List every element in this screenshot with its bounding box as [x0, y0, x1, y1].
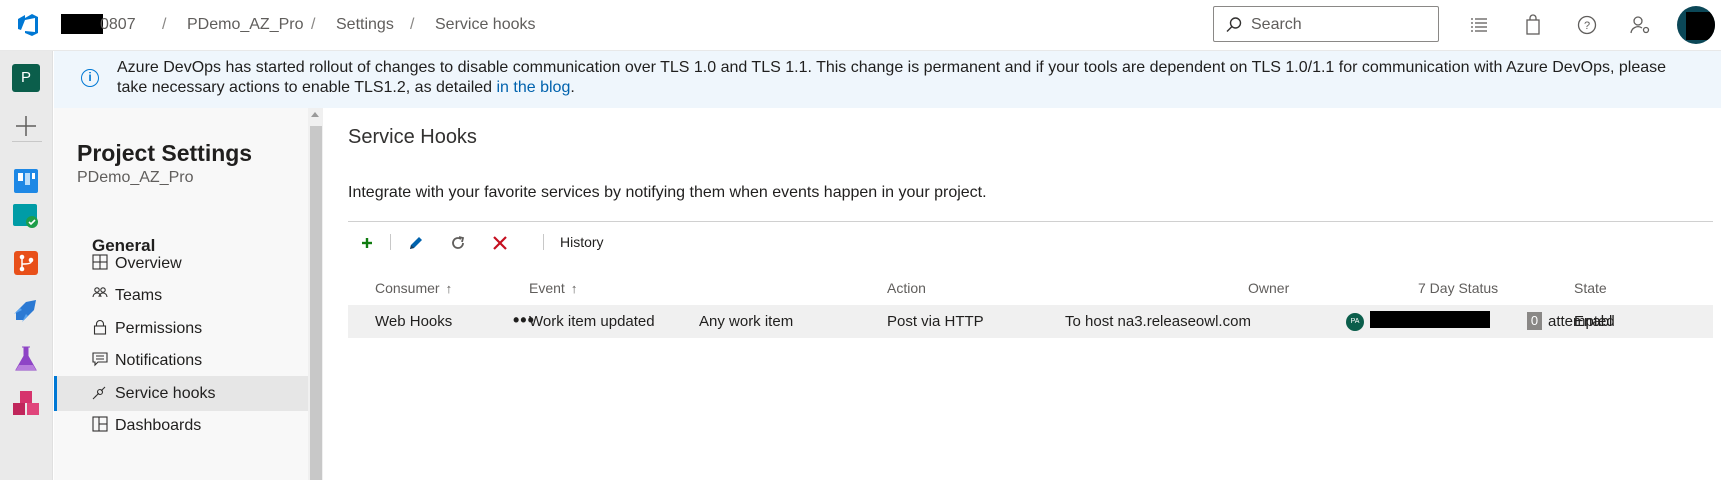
sidebar-subtitle: PDemo_AZ_Pro [77, 169, 194, 186]
sort-ascending-icon: ↑ [445, 281, 453, 296]
org-name-redacted [61, 14, 103, 34]
sidebar-item-dashboards[interactable]: Dashboards [54, 408, 308, 443]
add-icon[interactable] [357, 233, 377, 253]
breadcrumb-separator: / [311, 16, 316, 33]
sidebar-item-permissions[interactable]: Permissions [54, 311, 308, 346]
owner-name-redacted [1370, 311, 1490, 328]
list-icon[interactable] [1467, 13, 1491, 37]
page-title: Service Hooks [348, 126, 477, 148]
avatar-redacted [1686, 12, 1715, 40]
edit-icon[interactable] [406, 233, 426, 253]
nav-divider [12, 141, 42, 142]
column-header-status[interactable]: 7 Day Status [1418, 280, 1498, 296]
delete-icon[interactable] [490, 233, 510, 253]
left-nav: P [0, 51, 53, 480]
owner-avatar: PA [1346, 313, 1364, 331]
banner-text: Azure DevOps has started rollout of chan… [117, 59, 1667, 96]
scroll-up-arrow-icon[interactable] [311, 112, 319, 117]
project-settings-sidebar: Project Settings PDemo_AZ_Pro General Ov… [54, 108, 308, 480]
avatar[interactable] [1677, 6, 1715, 44]
banner-trailing: . [570, 79, 575, 96]
notifications-icon [92, 352, 108, 367]
column-header-consumer[interactable]: Consumer ↑ [375, 280, 452, 296]
toolbar-divider [390, 234, 391, 250]
cell-event: Work item updated [529, 313, 655, 330]
column-header-action[interactable]: Action [887, 280, 926, 296]
breadcrumb-project[interactable]: PDemo_AZ_Pro [187, 16, 304, 34]
sidebar-item-overview[interactable]: Overview [54, 246, 308, 281]
sidebar-item-label: Dashboards [115, 417, 202, 434]
toolbar-divider [543, 234, 544, 250]
repos-icon[interactable] [10, 247, 42, 279]
breadcrumb-separator: / [162, 16, 167, 33]
add-icon[interactable] [10, 110, 42, 142]
sidebar-scrollbar-thumb[interactable] [310, 126, 322, 480]
sidebar-item-teams[interactable]: Teams [54, 278, 308, 313]
column-header-owner[interactable]: Owner [1248, 280, 1289, 296]
table-row[interactable]: Web Hooks ••• Work item updated Any work… [348, 305, 1713, 338]
main-content: Service Hooks Integrate with your favori… [323, 108, 1721, 480]
boards-icon[interactable] [10, 165, 42, 197]
info-icon: i [81, 69, 99, 87]
sort-ascending-icon: ↑ [570, 281, 578, 296]
sidebar-item-label: Teams [115, 287, 163, 304]
breadcrumb-org[interactable]: 0807 [100, 16, 136, 34]
search-placeholder: Search [1251, 16, 1302, 33]
column-header-state[interactable]: State [1574, 280, 1607, 296]
pipelines-icon[interactable] [10, 294, 42, 326]
column-header-event[interactable]: Event ↑ [529, 280, 577, 296]
search-input[interactable]: Search [1213, 6, 1439, 42]
sidebar-item-notifications[interactable]: Notifications [54, 343, 308, 378]
azure-devops-logo-icon[interactable] [16, 12, 42, 38]
toolbar: History [348, 221, 1713, 263]
blog-link[interactable]: in the blog [497, 79, 571, 96]
banner-message: Azure DevOps has started rollout of chan… [117, 58, 1687, 98]
breadcrumb-separator: / [410, 16, 415, 33]
teams-icon [92, 287, 108, 298]
cell-event-filter: Any work item [699, 313, 794, 330]
cell-action: Post via HTTP [887, 313, 984, 330]
top-bar: 0807 / PDemo_AZ_Pro / Settings / Service… [0, 0, 1721, 51]
service-hooks-icon [92, 386, 106, 400]
shopping-bag-icon[interactable] [1521, 13, 1545, 37]
lock-icon [93, 319, 107, 335]
sidebar-item-label: Notifications [115, 352, 203, 369]
search-icon [1226, 17, 1242, 32]
breadcrumb-service-hooks[interactable]: Service hooks [435, 16, 536, 34]
sidebar-item-label: Permissions [115, 320, 203, 337]
breadcrumb-settings[interactable]: Settings [336, 16, 394, 34]
project-badge[interactable]: P [12, 64, 40, 92]
sidebar-title: Project Settings [77, 140, 253, 166]
sidebar-item-label: Service hooks [115, 385, 216, 402]
header-label: Event [529, 280, 565, 296]
help-icon[interactable]: ? [1575, 13, 1599, 37]
header-label: Consumer [375, 280, 440, 296]
artifacts-icon[interactable] [10, 389, 42, 421]
page-description: Integrate with your favorite services by… [348, 184, 987, 201]
cell-state: Enabl [1574, 313, 1613, 330]
table-header: Consumer ↑ Event ↑ Action Owner 7 Day Stat… [348, 278, 1713, 302]
dashboards-icon [92, 416, 108, 432]
history-button[interactable]: History [560, 234, 604, 250]
user-settings-icon[interactable] [1628, 13, 1652, 37]
overview-icon [92, 254, 108, 270]
tls-info-banner: i Azure DevOps has started rollout of ch… [54, 51, 1721, 108]
test-plans-icon[interactable] [10, 200, 42, 232]
cell-consumer: Web Hooks [375, 313, 453, 330]
refresh-icon[interactable] [448, 233, 468, 253]
sidebar-item-service-hooks[interactable]: Service hooks [54, 376, 308, 411]
status-count-badge: 0 [1527, 312, 1542, 330]
test-icon[interactable] [10, 343, 42, 375]
svg-text:?: ? [1584, 20, 1590, 32]
sidebar-item-label: Overview [115, 255, 182, 272]
cell-action-target: To host na3.releaseowl.com [1065, 313, 1251, 330]
